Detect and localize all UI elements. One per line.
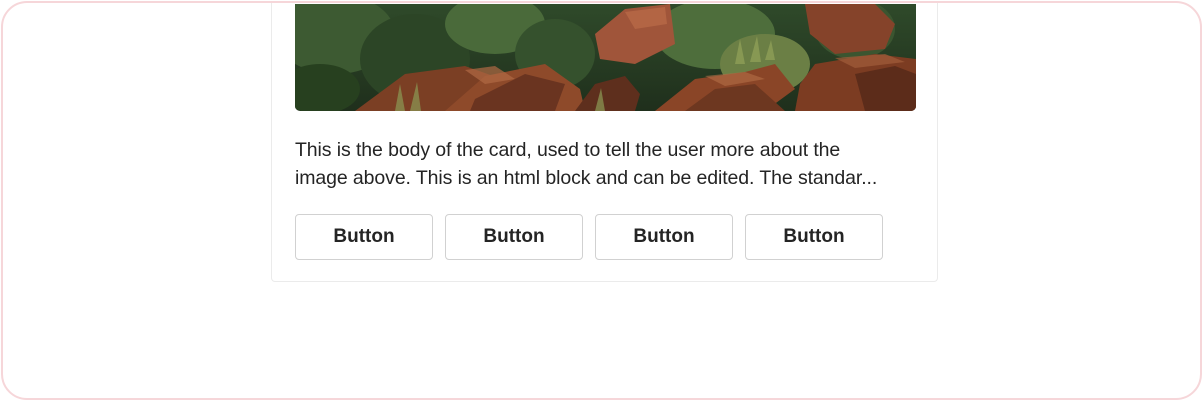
card-button-2[interactable]: Button <box>445 214 583 260</box>
card-body-text: This is the body of the card, used to te… <box>295 136 916 192</box>
card: This is the body of the card, used to te… <box>271 3 938 282</box>
card-button-1[interactable]: Button <box>295 214 433 260</box>
card-button-4[interactable]: Button <box>745 214 883 260</box>
card-button-3[interactable]: Button <box>595 214 733 260</box>
card-body-line-2: image above. This is an html block and c… <box>295 167 878 189</box>
card-actions: Button Button Button Button <box>295 214 883 260</box>
preview-frame: This is the body of the card, used to te… <box>1 1 1202 400</box>
card-image <box>295 4 916 111</box>
card-body-line-1: This is the body of the card, used to te… <box>295 139 841 161</box>
